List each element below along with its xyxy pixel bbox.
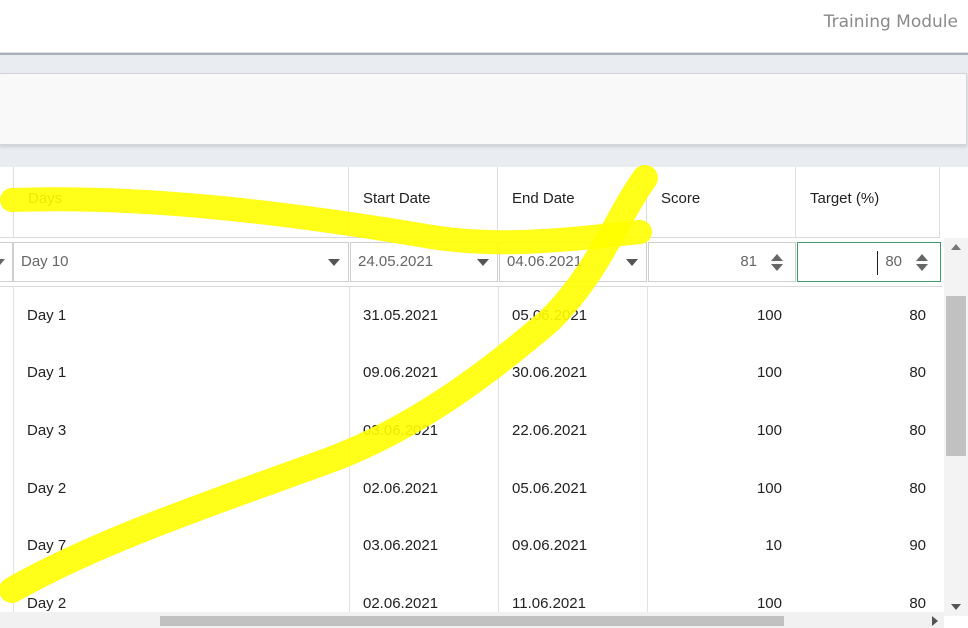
cell-end-date: 05.06.2021 xyxy=(512,480,588,497)
spinner-icon[interactable] xyxy=(771,254,783,272)
chevron-down-icon xyxy=(626,259,638,266)
table-row[interactable]: Day 7 03.06.2021 09.06.2021 10 90 xyxy=(0,517,940,575)
filter-score-stepper[interactable]: 81 xyxy=(648,242,796,282)
cell-start-date: 02.06.2021 xyxy=(363,480,439,497)
cell-target: 90 xyxy=(909,537,926,554)
filter-target-stepper[interactable]: 80 xyxy=(797,242,941,282)
scrollbar-thumb[interactable] xyxy=(160,616,784,626)
scroll-down-icon[interactable] xyxy=(951,604,961,610)
filter-end-date-select[interactable]: 04.06.2021 xyxy=(499,242,647,282)
horizontal-scrollbar[interactable] xyxy=(0,612,944,628)
data-grid: Days Start Date End Date Score Target (%… xyxy=(0,167,968,628)
scrollbar-thumb[interactable] xyxy=(946,296,966,456)
table-row[interactable]: Day 1 31.05.2021 05.06.2021 100 80 xyxy=(0,287,940,345)
cell-score: 100 xyxy=(756,422,782,439)
grid-header-row: Days Start Date End Date Score Target (%… xyxy=(0,167,940,238)
column-header-end-date[interactable]: End Date xyxy=(498,167,647,237)
cell-target: 80 xyxy=(909,422,926,439)
cell-target: 80 xyxy=(909,364,926,381)
cell-end-date: 11.06.2021 xyxy=(512,595,586,612)
chevron-down-icon xyxy=(0,259,5,265)
filter-target-value: 80 xyxy=(885,253,902,270)
column-header-score[interactable]: Score xyxy=(647,167,796,237)
cell-score: 100 xyxy=(756,595,782,612)
module-title: Training Module xyxy=(823,12,958,32)
table-row[interactable]: Day 2 02.06.2021 05.06.2021 100 80 xyxy=(0,460,940,518)
cell-score: 100 xyxy=(756,364,782,381)
cell-days: Day 2 xyxy=(27,595,67,612)
chevron-down-icon xyxy=(477,259,489,266)
cell-score: 100 xyxy=(756,480,782,497)
filter-days-value: Day 10 xyxy=(21,253,69,270)
cell-start-date: 02.06.2021 xyxy=(363,595,439,612)
filter-days-select[interactable]: Day 10 xyxy=(13,242,349,282)
column-header-target[interactable]: Target (%) xyxy=(796,167,940,237)
cell-start-date: 31.05.2021 xyxy=(363,307,439,324)
cell-start-date: 09.06.2021 xyxy=(363,364,439,381)
spinner-icon[interactable] xyxy=(916,254,928,272)
text-cursor xyxy=(877,251,878,275)
cell-score: 100 xyxy=(756,307,782,324)
table-row[interactable]: Day 3 03.06.2021 22.06.2021 100 80 xyxy=(0,402,940,460)
table-row[interactable]: Day 1 09.06.2021 30.06.2021 100 80 xyxy=(0,344,940,402)
cell-days: Day 3 xyxy=(27,422,67,439)
cell-start-date: 03.06.2021 xyxy=(363,422,439,439)
scroll-right-icon[interactable] xyxy=(932,616,938,626)
filter-start-date-value: 24.05.2021 xyxy=(358,253,434,270)
grid-body: Day 1 31.05.2021 05.06.2021 100 80 Day 1… xyxy=(0,287,940,612)
cell-days: Day 2 xyxy=(27,480,67,497)
column-header-days[interactable]: Days xyxy=(13,167,349,237)
cell-score: 10 xyxy=(765,537,782,554)
chevron-down-icon xyxy=(328,259,340,266)
cell-end-date: 22.06.2021 xyxy=(512,422,588,439)
cell-target: 80 xyxy=(909,480,926,497)
cell-days: Day 7 xyxy=(27,537,67,554)
filter-end-date-value: 04.06.2021 xyxy=(507,253,583,270)
column-header-start-date[interactable]: Start Date xyxy=(349,167,498,237)
filter-dropdown-prev[interactable] xyxy=(0,242,13,282)
cell-end-date: 09.06.2021 xyxy=(512,537,588,554)
cell-target: 80 xyxy=(909,307,926,324)
filter-row: Day 10 24.05.2021 04.06.2021 81 80 xyxy=(0,238,942,287)
cell-end-date: 05.06.2021 xyxy=(512,307,588,324)
filter-panel xyxy=(0,73,967,145)
scroll-up-icon[interactable] xyxy=(951,244,961,250)
filter-score-value: 81 xyxy=(740,253,757,270)
cell-start-date: 03.06.2021 xyxy=(363,537,439,554)
cell-target: 80 xyxy=(909,595,926,612)
top-bar: Training Module xyxy=(0,0,968,53)
cell-days: Day 1 xyxy=(27,307,67,324)
cell-days: Day 1 xyxy=(27,364,67,381)
filter-start-date-select[interactable]: 24.05.2021 xyxy=(350,242,498,282)
vertical-scrollbar[interactable] xyxy=(944,238,968,616)
cell-end-date: 30.06.2021 xyxy=(512,364,588,381)
table-row[interactable]: Day 2 02.06.2021 11.06.2021 100 80 xyxy=(0,575,940,612)
